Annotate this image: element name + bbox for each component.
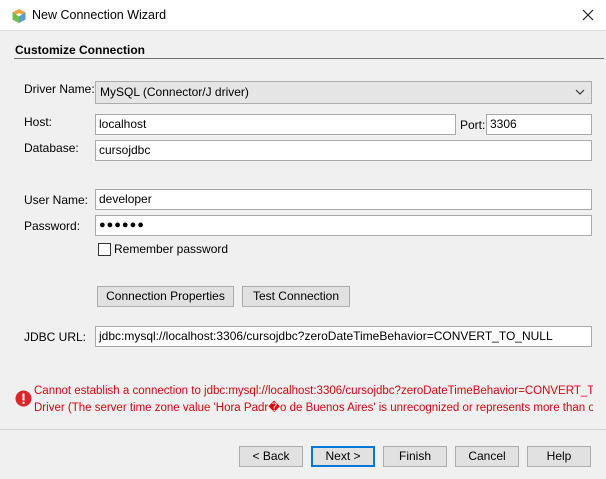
- port-field[interactable]: 3306: [486, 114, 592, 135]
- connection-properties-button[interactable]: Connection Properties: [97, 286, 234, 307]
- remember-password-label: Remember password: [114, 242, 229, 256]
- database-field[interactable]: cursojdbc: [95, 140, 592, 161]
- section-title: Customize Connection: [15, 43, 146, 57]
- footer-divider: [0, 429, 606, 430]
- user-name-field[interactable]: developer: [95, 189, 592, 210]
- chevron-down-icon: [575, 89, 585, 95]
- password-field[interactable]: ●●●●●●: [95, 215, 592, 236]
- user-name-label: User Name:: [24, 193, 89, 207]
- back-button[interactable]: < Back: [239, 446, 303, 467]
- database-label: Database:: [24, 141, 79, 155]
- remember-password-checkbox[interactable]: [98, 243, 111, 256]
- finish-button[interactable]: Finish: [383, 446, 447, 467]
- error-icon: [15, 390, 32, 407]
- password-label: Password:: [24, 219, 81, 233]
- close-icon: [582, 9, 594, 21]
- error-message-line-2: Driver (The server time zone value 'Hora…: [34, 402, 593, 414]
- close-button[interactable]: [576, 4, 600, 26]
- jdbc-url-field[interactable]: jdbc:mysql://localhost:3306/cursojdbc?ze…: [95, 326, 592, 347]
- netbeans-cube-icon: [11, 8, 27, 24]
- window-title: New Connection Wizard: [32, 8, 167, 22]
- test-connection-button[interactable]: Test Connection: [242, 286, 350, 307]
- jdbc-url-label: JDBC URL:: [24, 330, 87, 344]
- driver-select[interactable]: MySQL (Connector/J driver): [95, 81, 592, 104]
- section-divider: [14, 58, 604, 59]
- host-field[interactable]: localhost: [95, 114, 456, 135]
- next-button[interactable]: Next >: [311, 446, 375, 467]
- cancel-button[interactable]: Cancel: [455, 446, 519, 467]
- driver-label: Driver Name:: [24, 82, 95, 96]
- port-label: Port:: [460, 118, 486, 132]
- driver-select-value: MySQL (Connector/J driver): [100, 85, 249, 99]
- host-label: Host:: [24, 115, 53, 129]
- error-message-line-1: Cannot establish a connection to jdbc:my…: [34, 385, 593, 397]
- help-button[interactable]: Help: [527, 446, 591, 467]
